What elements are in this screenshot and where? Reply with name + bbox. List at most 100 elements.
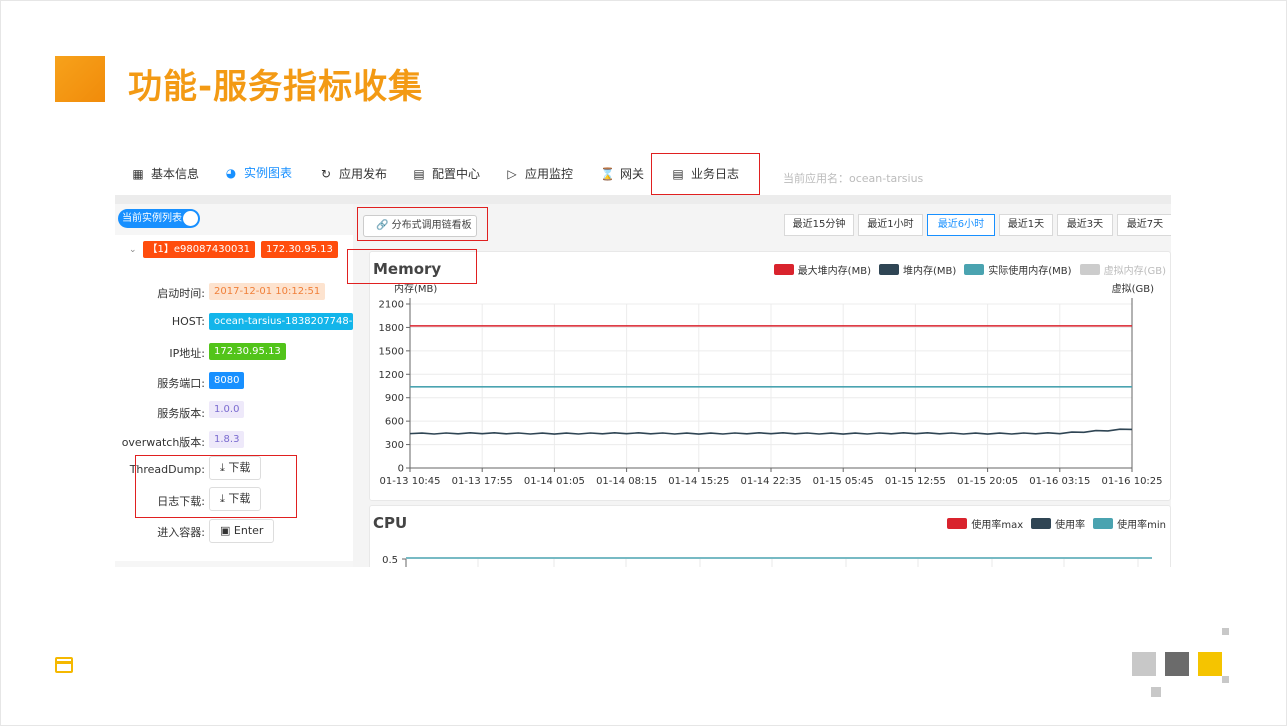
overwatch-version-label: overwatch版本: <box>121 436 205 449</box>
x-tick-label: 01-13 17:55 <box>452 476 513 487</box>
tab-app-publish[interactable]: ↻ 应用发布 <box>319 151 387 197</box>
ip-value: 172.30.95.13 <box>209 343 286 360</box>
range-7d[interactable]: 最近7天 <box>1117 214 1171 236</box>
legend-label: 虚拟内存(GB) <box>1103 266 1166 277</box>
range-3d[interactable]: 最近3天 <box>1057 214 1113 236</box>
legend-label: 最大堆内存(MB) <box>797 266 871 277</box>
x-tick-label: 01-15 12:55 <box>885 476 946 487</box>
y-tick-label: 900 <box>385 393 404 404</box>
current-app-name: 当前应用名：ocean-tarsius <box>783 172 924 185</box>
service-version-value: 1.0.0 <box>209 401 245 418</box>
x-tick-label: 01-15 05:45 <box>813 476 874 487</box>
instance-list-toggle[interactable]: 当前实例列表 <box>118 209 200 228</box>
legend-swatch <box>1031 518 1052 529</box>
memory-panel: Memory 最大堆内存(MB) 堆内存(MB) 实际使用内存(MB) 虚拟内存… <box>369 251 1171 501</box>
tab-label: 网关 <box>620 167 645 181</box>
deco-square <box>1151 687 1161 697</box>
legend-label: 使用率min <box>1117 520 1166 531</box>
tab-gateway[interactable]: ⌛ 网关 <box>600 151 644 197</box>
title-accent-block <box>55 56 105 102</box>
overwatch-version-value: 1.8.3 <box>209 431 245 448</box>
legend-swatch <box>1093 518 1114 529</box>
y-tick-label: 2100 <box>379 300 404 311</box>
instance-id-tag: 【1】e98087430031 <box>142 241 256 258</box>
grid-icon: ▦ <box>132 167 144 181</box>
cpu-chart: 0.5 <box>382 555 1152 567</box>
cpu-y-tick: 0.5 <box>382 555 398 566</box>
chevron-down-icon[interactable]: ⌄ <box>129 245 137 255</box>
legend-label: 堆内存(MB) <box>902 266 957 277</box>
memory-chart: 内存(MB) 虚拟(GB)0300600900120015001800210001… <box>379 282 1163 487</box>
legend-item[interactable]: 堆内存(MB) <box>878 262 957 277</box>
button-label: Enter <box>233 524 264 537</box>
x-tick-label: 01-13 10:45 <box>379 476 440 487</box>
hourglass-icon: ⌛ <box>600 167 615 181</box>
top-nav: ▦ 基本信息 ◕ 实例图表 ↻ 应用发布 ▤ 配置中心 ▷ 应用监控 ⌛ 网关 <box>115 151 1171 197</box>
instance-row[interactable]: ⌄ 【1】e98087430031 172.30.95.13 <box>129 241 338 258</box>
legend-swatch <box>878 264 899 275</box>
cpu-legend: 使用率max 使用率 使用率min <box>947 516 1166 531</box>
tab-label: 应用监控 <box>525 167 574 181</box>
range-1h[interactable]: 最近1小时 <box>858 214 923 236</box>
legend-item[interactable]: 实际使用内存(MB) <box>964 262 1072 277</box>
legend-item[interactable]: 使用率max <box>947 516 1023 531</box>
legend-item[interactable]: 最大堆内存(MB) <box>773 262 871 277</box>
y-tick-label: 300 <box>385 440 404 451</box>
start-time-value: 2017-12-01 10:12:51 <box>209 283 326 300</box>
tab-app-monitor[interactable]: ▷ 应用监控 <box>505 151 573 197</box>
legend-label: 实际使用内存(MB) <box>988 266 1072 277</box>
range-6h[interactable]: 最近6小时 <box>927 214 995 236</box>
cpu-panel: CPU 使用率max 使用率 使用率min 0.5 <box>369 505 1171 567</box>
x-tick-label: 01-16 03:15 <box>1029 476 1090 487</box>
tab-config-center[interactable]: ▤ 配置中心 <box>412 151 480 197</box>
app-screenshot: ▦ 基本信息 ◕ 实例图表 ↻ 应用发布 ▤ 配置中心 ▷ 应用监控 ⌛ 网关 <box>115 151 1171 567</box>
y-tick-label: 1500 <box>379 346 404 357</box>
tab-instance-charts[interactable]: ◕ 实例图表 <box>211 151 306 197</box>
range-1d[interactable]: 最近1天 <box>999 214 1053 236</box>
legend-swatch <box>964 264 985 275</box>
legend-label: 使用率max <box>971 520 1024 531</box>
tab-basic-info[interactable]: ▦ 基本信息 <box>131 151 199 197</box>
x-tick-label: 01-14 15:25 <box>668 476 729 487</box>
port-label: 服务端口: <box>157 377 205 390</box>
reload-icon: ↻ <box>320 167 332 181</box>
ip-label: IP地址: <box>169 347 205 360</box>
tab-label: 应用发布 <box>339 167 388 181</box>
tab-label: 配置中心 <box>432 167 481 181</box>
legend-swatch <box>1079 264 1100 275</box>
deco-square <box>1222 676 1229 683</box>
deco-square <box>1132 652 1156 676</box>
legend-swatch <box>947 518 968 529</box>
legend-item[interactable]: 使用率 <box>1031 516 1085 531</box>
slide: 功能-服务指标收集 ▦ 基本信息 ◕ 实例图表 ↻ 应用发布 ▤ 配置中心 ▷ … <box>0 0 1287 726</box>
memory-legend: 最大堆内存(MB) 堆内存(MB) 实际使用内存(MB) 虚拟内存(GB) <box>773 262 1166 277</box>
slide-title: 功能-服务指标收集 <box>128 67 424 107</box>
cursor-icon: ▷ <box>507 167 517 181</box>
instance-ip-tag: 172.30.95.13 <box>261 241 338 258</box>
enter-container-button[interactable]: ▣ Enter <box>209 519 275 543</box>
port-value: 8080 <box>209 372 245 389</box>
y-tick-label: 600 <box>385 417 404 428</box>
deco-square <box>1198 652 1222 676</box>
legend-swatch <box>773 264 794 275</box>
nav-divider <box>115 195 1171 204</box>
x-tick-label: 01-14 08:15 <box>596 476 657 487</box>
config-icon: ▤ <box>413 167 425 181</box>
legend-label: 使用率 <box>1055 520 1086 531</box>
tab-label: 实例图表 <box>244 166 293 180</box>
pie-chart-icon: ◕ <box>225 166 237 180</box>
container-icon: ▣ <box>220 524 231 537</box>
highlight-business-log <box>651 153 760 195</box>
highlight-trace-button <box>357 207 488 241</box>
legend-item[interactable]: 使用率min <box>1093 516 1166 531</box>
toggle-label: 当前实例列表 <box>122 213 182 224</box>
x-tick-label: 01-16 10:25 <box>1101 476 1162 487</box>
host-value: ocean-tarsius-1838207748-9nf55 <box>209 313 353 330</box>
y-tick-label: 1800 <box>379 323 404 334</box>
range-15min[interactable]: 最近15分钟 <box>784 214 854 236</box>
legend-item[interactable]: 虚拟内存(GB) <box>1079 262 1166 277</box>
tab-label: 基本信息 <box>151 167 200 181</box>
deco-square <box>1165 652 1189 676</box>
x-tick-label: 01-14 22:35 <box>740 476 801 487</box>
deco-square <box>1222 628 1229 635</box>
